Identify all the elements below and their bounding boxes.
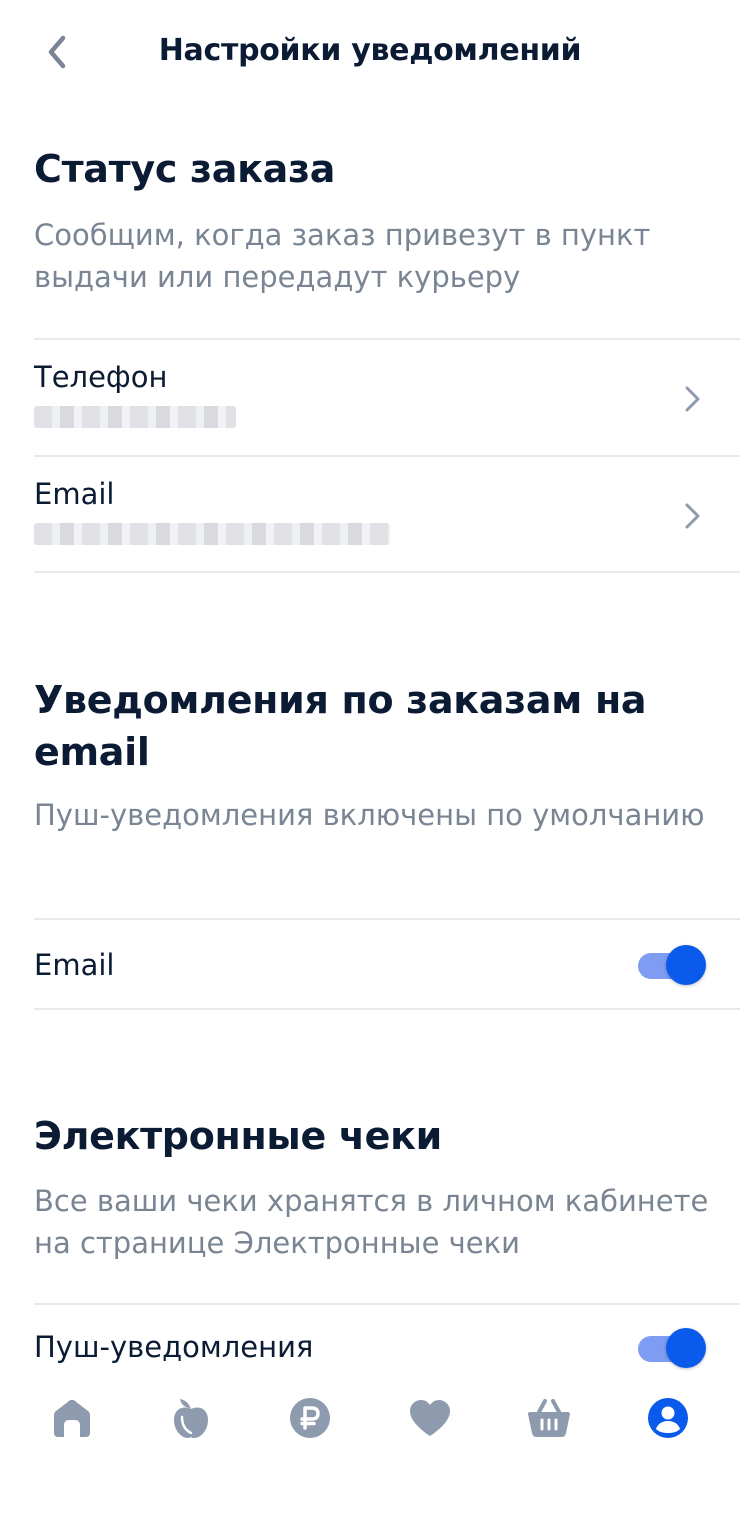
email-value-redacted <box>34 523 390 545</box>
push-toggle-label: Пуш-уведомления <box>34 1330 314 1364</box>
email-toggle-label: Email <box>34 948 115 982</box>
home-icon <box>54 1399 90 1437</box>
nav-payments[interactable] <box>280 1378 340 1458</box>
nav-favorites[interactable] <box>400 1378 460 1458</box>
email-row[interactable]: Email <box>34 475 706 555</box>
nav-home[interactable] <box>42 1378 102 1458</box>
email-toggle-row: Email <box>34 920 706 1010</box>
chevron-right-icon <box>685 503 700 529</box>
receipts-title: Электронные чеки <box>34 1114 442 1158</box>
receipts-description: Все ваши чеки хранятся в личном кабинете… <box>34 1184 709 1260</box>
phone-value-redacted <box>34 406 236 428</box>
email-label: Email <box>34 477 115 511</box>
basket-icon <box>527 1399 570 1437</box>
divider <box>34 1303 740 1305</box>
divider <box>34 1008 740 1010</box>
nav-cart[interactable] <box>519 1378 579 1458</box>
order-status-description: Сообщим, когда заказ привезут в пункт вы… <box>34 218 651 294</box>
chevron-right-icon <box>685 386 700 412</box>
phone-row[interactable]: Телефон <box>34 358 706 438</box>
nav-catalog[interactable] <box>161 1378 221 1458</box>
order-status-title: Статус заказа <box>34 147 336 191</box>
profile-icon <box>647 1398 688 1438</box>
email-notifications-title: Уведомления по заказам на email <box>34 678 647 774</box>
ruble-icon <box>290 1398 331 1438</box>
divider <box>34 571 740 573</box>
toggle-knob <box>666 1328 706 1368</box>
bottom-nav <box>0 1378 740 1468</box>
divider <box>34 455 740 457</box>
heart-icon <box>409 1400 450 1436</box>
nav-profile[interactable] <box>638 1378 698 1458</box>
catalog-icon <box>174 1399 209 1438</box>
page-title: Настройки уведомлений <box>158 33 582 68</box>
top-bar: Настройки уведомлений <box>0 0 740 104</box>
email-notifications-description: Пуш-уведомления включены по умолчанию <box>34 798 705 832</box>
push-toggle[interactable] <box>638 1328 706 1368</box>
divider <box>34 338 740 340</box>
toggle-knob <box>666 945 706 985</box>
phone-label: Телефон <box>34 360 168 394</box>
email-toggle[interactable] <box>638 945 706 985</box>
